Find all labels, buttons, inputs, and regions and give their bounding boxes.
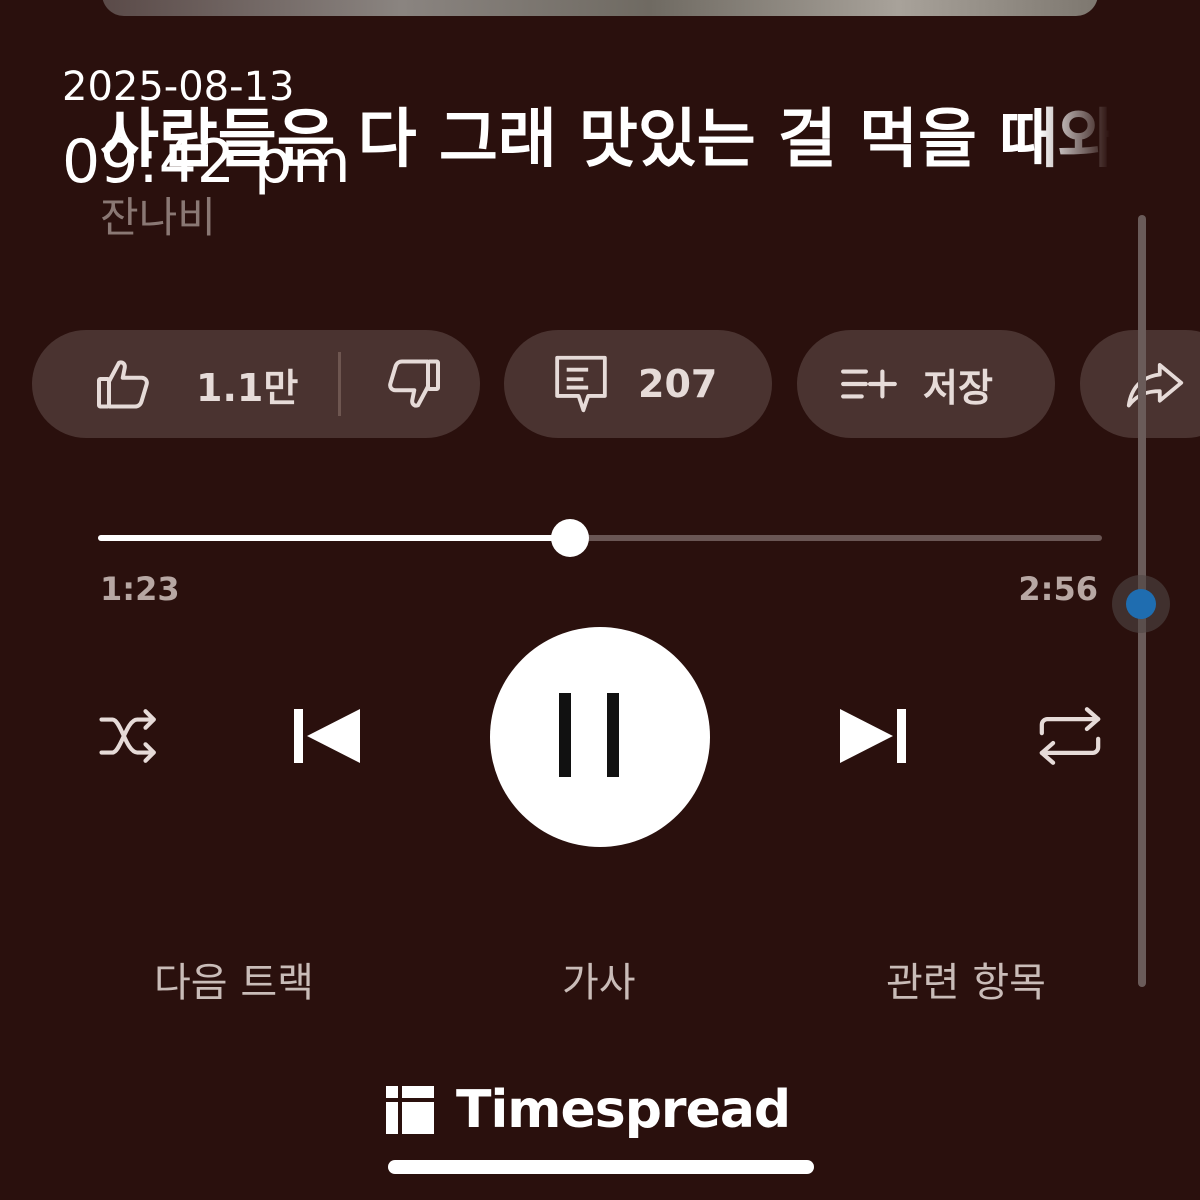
tab-related[interactable]: 관련 항목 xyxy=(886,955,1046,1011)
skip-next-icon[interactable] xyxy=(838,707,908,769)
comment-count: 207 xyxy=(638,362,718,406)
shuffle-icon[interactable] xyxy=(96,705,162,771)
timestamp-date: 2025-08-13 xyxy=(62,64,295,110)
brand-name: Timespread xyxy=(456,1080,791,1140)
pause-button[interactable] xyxy=(490,627,710,847)
like-count: 1.1만 xyxy=(196,365,299,410)
like-dislike-pill: 1.1만 xyxy=(32,330,480,438)
timestamp-time: 09:42 pm xyxy=(62,127,351,197)
save-button[interactable]: 저장 xyxy=(797,330,1055,438)
pill-divider xyxy=(338,352,342,416)
current-time: 1:23 xyxy=(100,570,180,608)
scroll-handle-dot xyxy=(1126,589,1156,619)
thumbs-down-icon[interactable] xyxy=(383,354,443,414)
scroll-handle[interactable] xyxy=(1112,575,1170,633)
playlist-add-icon xyxy=(839,362,901,406)
timespread-watermark: Timespread xyxy=(386,1080,791,1140)
comment-icon xyxy=(552,353,610,415)
thumbs-up-icon[interactable] xyxy=(94,354,154,414)
total-time: 2:56 xyxy=(1018,570,1098,608)
progress-thumb[interactable] xyxy=(550,519,589,557)
timespread-logo-icon xyxy=(386,1086,434,1134)
comment-button[interactable]: 207 xyxy=(504,330,772,438)
tab-up-next[interactable]: 다음 트랙 xyxy=(154,955,314,1011)
save-label: 저장 xyxy=(923,365,993,410)
tab-lyrics[interactable]: 가사 xyxy=(562,955,636,1011)
home-indicator[interactable] xyxy=(388,1160,814,1174)
skip-previous-icon[interactable] xyxy=(292,707,362,769)
progress-fill xyxy=(98,535,570,541)
album-art xyxy=(102,0,1098,16)
progress-bar[interactable] xyxy=(98,519,1102,557)
share-icon xyxy=(1124,359,1186,409)
pause-icon xyxy=(559,693,619,777)
repeat-icon[interactable] xyxy=(1036,705,1104,771)
